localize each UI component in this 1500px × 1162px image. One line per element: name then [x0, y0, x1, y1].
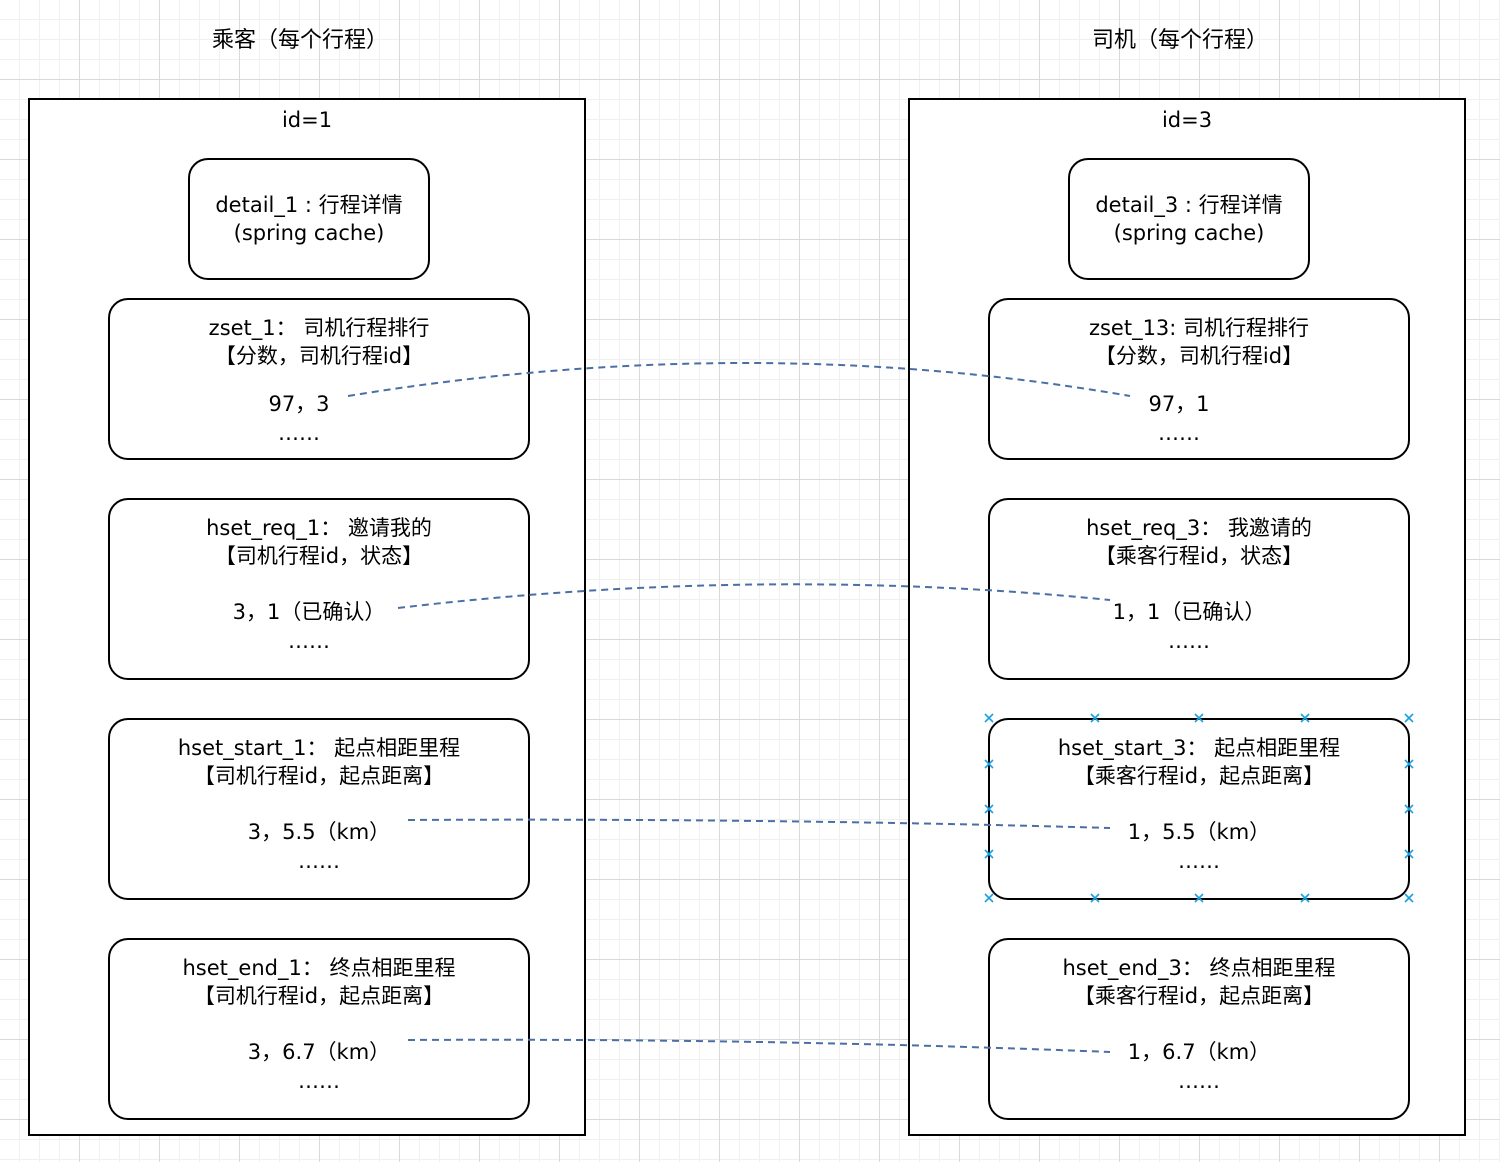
- node-ellipsis: ……: [1158, 421, 1200, 445]
- node-subtitle: (spring cache): [1113, 221, 1265, 245]
- node-subtitle: 【乘客行程id，起点距离】: [1073, 764, 1325, 788]
- node-entry: 1，1（已确认）: [1112, 600, 1266, 624]
- node-title: detail_3 : 行程详情: [1095, 193, 1283, 217]
- passenger-hset-end-node[interactable]: hset_end_1： 终点相距里程 【司机行程id，起点距离】 3，6.7（k…: [108, 938, 530, 1120]
- node-title: hset_req_1： 邀请我的: [206, 516, 432, 540]
- passenger-detail-node[interactable]: detail_1 : 行程详情 (spring cache): [188, 158, 430, 280]
- node-subtitle: 【司机行程id，状态】: [214, 544, 424, 568]
- node-subtitle: 【司机行程id，起点距离】: [193, 984, 445, 1008]
- driver-column-title: 司机（每个行程）: [1091, 28, 1268, 53]
- driver-zset-node[interactable]: zset_13: 司机行程排行 【分数，司机行程id】 97，1 ……: [988, 298, 1410, 460]
- driver-hset-start-node[interactable]: hset_start_3： 起点相距里程 【乘客行程id，起点距离】 1，5.5…: [988, 718, 1410, 900]
- node-ellipsis: ……: [298, 1069, 340, 1093]
- passenger-id-label: id=1: [281, 108, 333, 132]
- node-entry: 97，1: [1148, 392, 1210, 416]
- node-subtitle: (spring cache): [233, 221, 385, 245]
- node-entry: 3，1（已确认）: [232, 600, 386, 624]
- node-ellipsis: ……: [1178, 849, 1220, 873]
- node-entry: 97，3: [268, 392, 330, 416]
- node-entry: 3，6.7（km）: [247, 1040, 391, 1064]
- node-subtitle: 【乘客行程id，状态】: [1094, 544, 1304, 568]
- node-title: zset_13: 司机行程排行: [1088, 316, 1310, 340]
- node-ellipsis: ……: [1178, 1069, 1220, 1093]
- passenger-column-title: 乘客（每个行程）: [211, 28, 388, 53]
- node-subtitle: 【分数，司机行程id】: [1094, 344, 1304, 368]
- node-subtitle: 【分数，司机行程id】: [214, 344, 424, 368]
- node-ellipsis: ……: [288, 629, 330, 653]
- node-title: hset_req_3： 我邀请的: [1086, 516, 1312, 540]
- node-title: detail_1 : 行程详情: [215, 193, 403, 217]
- node-entry: 3，5.5（km）: [247, 820, 391, 844]
- node-title: hset_start_3： 起点相距里程: [1057, 736, 1341, 760]
- driver-hset-req-node[interactable]: hset_req_3： 我邀请的 【乘客行程id，状态】 1，1（已确认） ……: [988, 498, 1410, 680]
- node-ellipsis: ……: [278, 421, 320, 445]
- node-ellipsis: ……: [1168, 629, 1210, 653]
- passenger-zset-node[interactable]: zset_1： 司机行程排行 【分数，司机行程id】 97，3 ……: [108, 298, 530, 460]
- node-title: zset_1： 司机行程排行: [208, 316, 430, 340]
- node-subtitle: 【司机行程id，起点距离】: [193, 764, 445, 788]
- node-title: hset_end_3： 终点相距里程: [1062, 956, 1336, 980]
- passenger-hset-start-node[interactable]: hset_start_1： 起点相距里程 【司机行程id，起点距离】 3，5.5…: [108, 718, 530, 900]
- passenger-hset-req-node[interactable]: hset_req_1： 邀请我的 【司机行程id，状态】 3，1（已确认） ……: [108, 498, 530, 680]
- node-entry: 1，6.7（km）: [1127, 1040, 1271, 1064]
- driver-detail-node[interactable]: detail_3 : 行程详情 (spring cache): [1068, 158, 1310, 280]
- node-entry: 1，5.5（km）: [1127, 820, 1271, 844]
- node-subtitle: 【乘客行程id，起点距离】: [1073, 984, 1325, 1008]
- node-title: hset_start_1： 起点相距里程: [177, 736, 461, 760]
- node-ellipsis: ……: [298, 849, 340, 873]
- driver-hset-end-node[interactable]: hset_end_3： 终点相距里程 【乘客行程id，起点距离】 1，6.7（k…: [988, 938, 1410, 1120]
- node-title: hset_end_1： 终点相距里程: [182, 956, 456, 980]
- driver-id-label: id=3: [1161, 108, 1213, 132]
